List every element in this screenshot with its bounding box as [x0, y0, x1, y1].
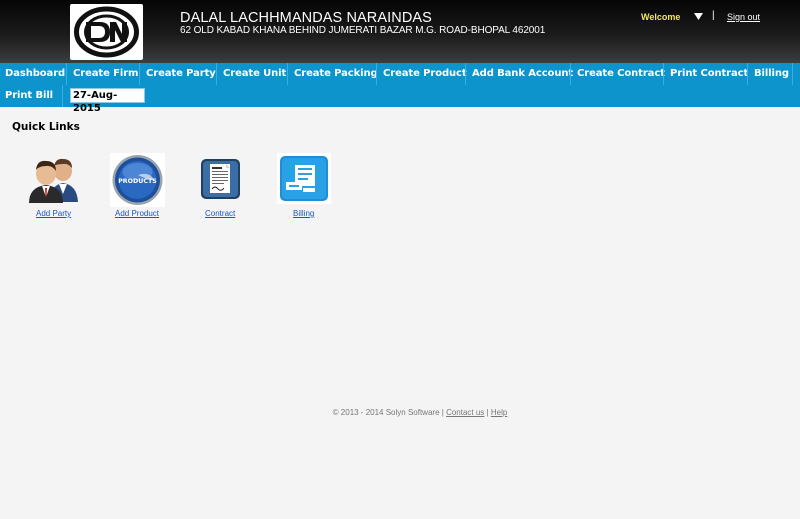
- nav-item-billing[interactable]: Billing: [754, 68, 789, 79]
- sign-out-link[interactable]: Sign out: [727, 12, 760, 22]
- main-nav: Dashboard Create Firm Create Party Creat…: [0, 63, 800, 114]
- billing-link[interactable]: Billing: [293, 209, 314, 218]
- footer-separator: |: [486, 408, 489, 417]
- nav-row: Print Bill 27-Aug-2015: [0, 85, 800, 114]
- company-address: 62 OLD KABAD KHANA BEHIND JUMERATI BAZAR…: [180, 25, 546, 36]
- products-icon[interactable]: PRODUCTS: [110, 153, 165, 207]
- quick-links-title: Quick Links: [12, 121, 80, 133]
- nav-divider: [376, 63, 377, 85]
- header-separator: |: [712, 10, 715, 21]
- nav-item-create-unit[interactable]: Create Unit: [223, 68, 286, 79]
- nav-row: Dashboard Create Firm Create Party Creat…: [0, 63, 800, 85]
- nav-item-dashboard[interactable]: Dashboard: [5, 68, 65, 79]
- dn-monogram-logo[interactable]: [70, 4, 143, 60]
- users-icon[interactable]: [26, 154, 82, 204]
- products-icon-text: PRODUCTS: [118, 178, 157, 185]
- billing-icon[interactable]: [277, 153, 331, 204]
- nav-divider: [216, 63, 217, 85]
- nav-divider: [287, 63, 288, 85]
- nav-item-create-party[interactable]: Create Party: [146, 68, 216, 79]
- nav-item-print-bill[interactable]: Print Bill: [5, 90, 53, 101]
- app-header: DALAL LACHHMANDAS NARAINDAS 62 OLD KABAD…: [0, 0, 800, 63]
- current-date: 27-Aug-2015: [70, 88, 145, 114]
- welcome-label: Welcome: [641, 12, 681, 22]
- footer-copyright: © 2013 - 2014 Solyn Software |: [332, 408, 444, 417]
- nav-divider: [139, 63, 140, 85]
- help-link[interactable]: Help: [491, 408, 507, 417]
- chevron-down-icon[interactable]: [694, 13, 703, 20]
- nav-item-create-packing[interactable]: Create Packing: [294, 68, 378, 79]
- nav-item-create-firm[interactable]: Create Firm: [73, 68, 138, 79]
- nav-divider: [747, 63, 748, 85]
- nav-item-create-contract[interactable]: Create Contract: [577, 68, 665, 79]
- contact-us-link[interactable]: Contact us: [446, 408, 484, 417]
- nav-divider: [62, 85, 63, 107]
- nav-divider: [570, 63, 571, 85]
- nav-divider: [663, 63, 664, 85]
- nav-item-print-contract[interactable]: Print Contract: [670, 68, 748, 79]
- add-product-link[interactable]: Add Product: [115, 209, 159, 218]
- contract-link[interactable]: Contract: [205, 209, 235, 218]
- nav-item-create-product[interactable]: Create Product: [383, 68, 467, 79]
- nav-divider: [792, 63, 793, 85]
- nav-divider: [66, 63, 67, 85]
- nav-divider: [465, 63, 466, 85]
- add-party-link[interactable]: Add Party: [36, 209, 71, 218]
- page-footer: © 2013 - 2014 Solyn Software | Contact u…: [0, 408, 800, 417]
- contract-document-icon[interactable]: [199, 157, 242, 201]
- company-name: DALAL LACHHMANDAS NARAINDAS: [180, 10, 432, 26]
- nav-item-add-bank-account[interactable]: Add Bank Account: [472, 68, 573, 79]
